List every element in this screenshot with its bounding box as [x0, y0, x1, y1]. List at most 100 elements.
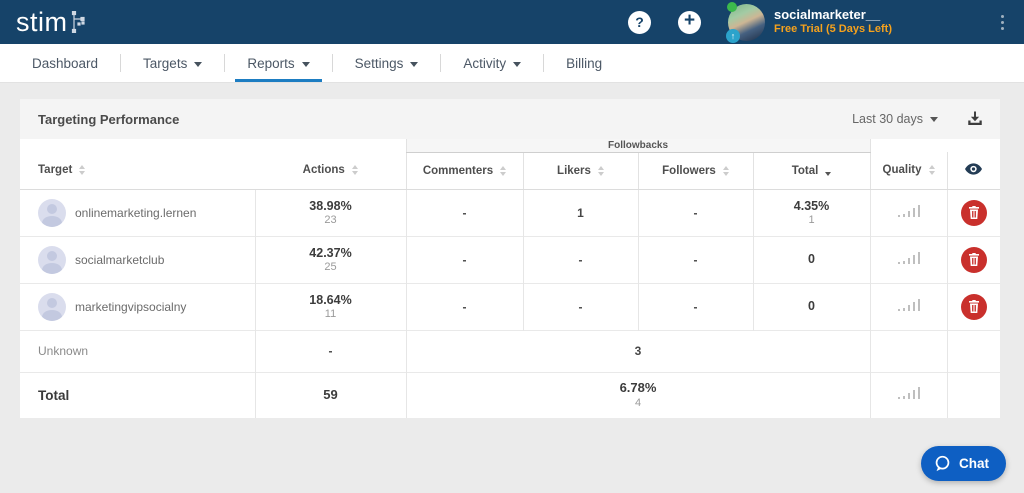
download-button[interactable] — [966, 110, 984, 128]
table-row: onlinemarketing.lernen 38.98% 23 - 1 - 4… — [20, 188, 1001, 236]
table-row: socialmarketclub 42.37% 25 - - - 0 — [20, 235, 1001, 283]
trial-status: Free Trial (5 Days Left) — [774, 23, 892, 36]
actions-value: - — [328, 344, 333, 358]
followers-value: - — [693, 205, 698, 220]
total-label: Total — [38, 387, 70, 403]
unknown-row: Unknown - 3 — [20, 329, 1001, 372]
targeting-performance-panel: Targeting Performance Last 30 days Follo… — [20, 99, 1001, 418]
likers-value: - — [578, 252, 583, 267]
quality-bars-icon — [897, 251, 920, 264]
sort-icon — [928, 165, 935, 176]
sort-desc-icon — [825, 171, 832, 176]
col-header-target[interactable]: Target — [20, 152, 255, 190]
panel-header: Targeting Performance Last 30 days — [20, 99, 1000, 139]
kebab-menu-icon[interactable] — [997, 11, 1008, 34]
chat-label: Chat — [959, 456, 989, 471]
download-icon — [968, 111, 982, 125]
col-label: Followers — [662, 164, 716, 177]
commenters-value: - — [462, 205, 467, 220]
total-percent: 4.35% — [793, 198, 830, 213]
nav-targets[interactable]: Targets — [121, 44, 224, 82]
nav-settings[interactable]: Settings — [333, 44, 441, 82]
col-header-quality[interactable]: Quality — [869, 152, 948, 190]
sort-icon — [500, 165, 507, 176]
col-label: Commenters — [422, 164, 494, 177]
upgrade-badge-icon: ↑ — [726, 28, 740, 43]
total-row: Total 59 6.78% 4 — [20, 371, 1001, 418]
target-avatar — [38, 292, 66, 321]
quality-bars-icon — [897, 387, 920, 400]
followers-value: - — [693, 252, 698, 267]
targeting-performance-table: Followbacks Target Actions Commenters Li… — [20, 139, 1001, 418]
sort-icon — [597, 165, 604, 176]
help-button[interactable]: ? — [628, 10, 651, 34]
delete-target-button[interactable] — [960, 199, 987, 226]
total-actions: 59 — [323, 387, 338, 403]
nav-label: Settings — [354, 55, 404, 71]
quality-bars-icon — [897, 298, 920, 311]
nav-label: Reports — [247, 55, 295, 71]
user-menu[interactable]: ↑ socialmarketer__ Free Trial (5 Days Le… — [726, 1, 892, 43]
nav-billing[interactable]: Billing — [544, 44, 624, 82]
chat-bubble-icon — [935, 455, 950, 472]
nav-reports[interactable]: Reports — [225, 44, 331, 82]
date-range-dropdown[interactable]: Last 30 days — [852, 112, 938, 126]
col-label: Total — [791, 164, 819, 177]
followbacks-value: 3 — [634, 344, 642, 358]
actions-count: 11 — [324, 308, 337, 321]
chevron-down-icon — [194, 61, 203, 67]
nav-dashboard[interactable]: Dashboard — [10, 44, 120, 82]
add-account-button[interactable]: + — [678, 10, 701, 34]
unknown-label: Unknown — [38, 344, 89, 358]
nav-label: Dashboard — [32, 55, 99, 71]
trash-icon — [968, 300, 979, 313]
date-range-label: Last 30 days — [852, 112, 923, 126]
total-followbacks-percent: 6.78% — [619, 380, 657, 396]
online-status-dot — [727, 1, 737, 12]
actions-percent: 38.98% — [309, 198, 352, 213]
nav-label: Activity — [463, 55, 507, 71]
likers-value: - — [578, 299, 583, 314]
col-header-visibility[interactable] — [946, 152, 1001, 190]
trash-icon — [968, 206, 979, 219]
col-header-actions[interactable]: Actions — [255, 152, 406, 190]
sort-icon — [722, 165, 729, 176]
target-avatar — [38, 245, 66, 274]
followers-value: - — [693, 299, 698, 314]
col-label: Target — [38, 164, 73, 177]
followbacks-group-header: Followbacks — [405, 139, 871, 153]
nav-label: Billing — [566, 55, 603, 71]
col-header-commenters[interactable]: Commenters — [405, 152, 523, 190]
sort-icon — [79, 165, 86, 176]
col-header-total[interactable]: Total — [752, 152, 871, 190]
target-name: marketingvipsocialny — [75, 299, 187, 314]
column-header-row: Target Actions Commenters Likers Followe… — [20, 152, 1001, 190]
nav-activity[interactable]: Activity — [441, 44, 543, 82]
actions-percent: 18.64% — [309, 292, 352, 307]
user-avatar: ↑ — [726, 1, 765, 43]
total-percent: 0 — [808, 252, 815, 267]
app-logo-text: stim — [16, 6, 68, 37]
username: socialmarketer__ — [774, 7, 881, 22]
col-header-followers[interactable]: Followers — [637, 152, 753, 190]
total-count: 1 — [808, 214, 815, 227]
delete-target-button[interactable] — [960, 246, 987, 273]
app-logo[interactable]: stim — [16, 7, 86, 38]
quality-bars-icon — [897, 204, 920, 217]
actions-count: 23 — [324, 214, 337, 227]
top-bar: stim ? + ↑ socialmarketer__ Free Trial (… — [0, 0, 1024, 44]
target-name: onlinemarketing.lernen — [75, 205, 197, 220]
actions-percent: 42.37% — [309, 245, 352, 260]
chevron-down-icon — [513, 61, 522, 67]
main-nav: Dashboard Targets Reports Settings Activ… — [0, 44, 1024, 83]
chevron-down-icon — [410, 61, 419, 67]
chat-button[interactable]: Chat — [921, 446, 1006, 481]
col-label: Quality — [882, 164, 922, 177]
nav-label: Targets — [143, 55, 188, 71]
total-percent: 0 — [808, 299, 815, 314]
delete-target-button[interactable] — [960, 293, 987, 320]
col-header-likers[interactable]: Likers — [522, 152, 638, 190]
chevron-down-icon — [301, 61, 310, 67]
group-header-row: Followbacks — [20, 139, 1000, 153]
commenters-value: - — [462, 299, 467, 314]
